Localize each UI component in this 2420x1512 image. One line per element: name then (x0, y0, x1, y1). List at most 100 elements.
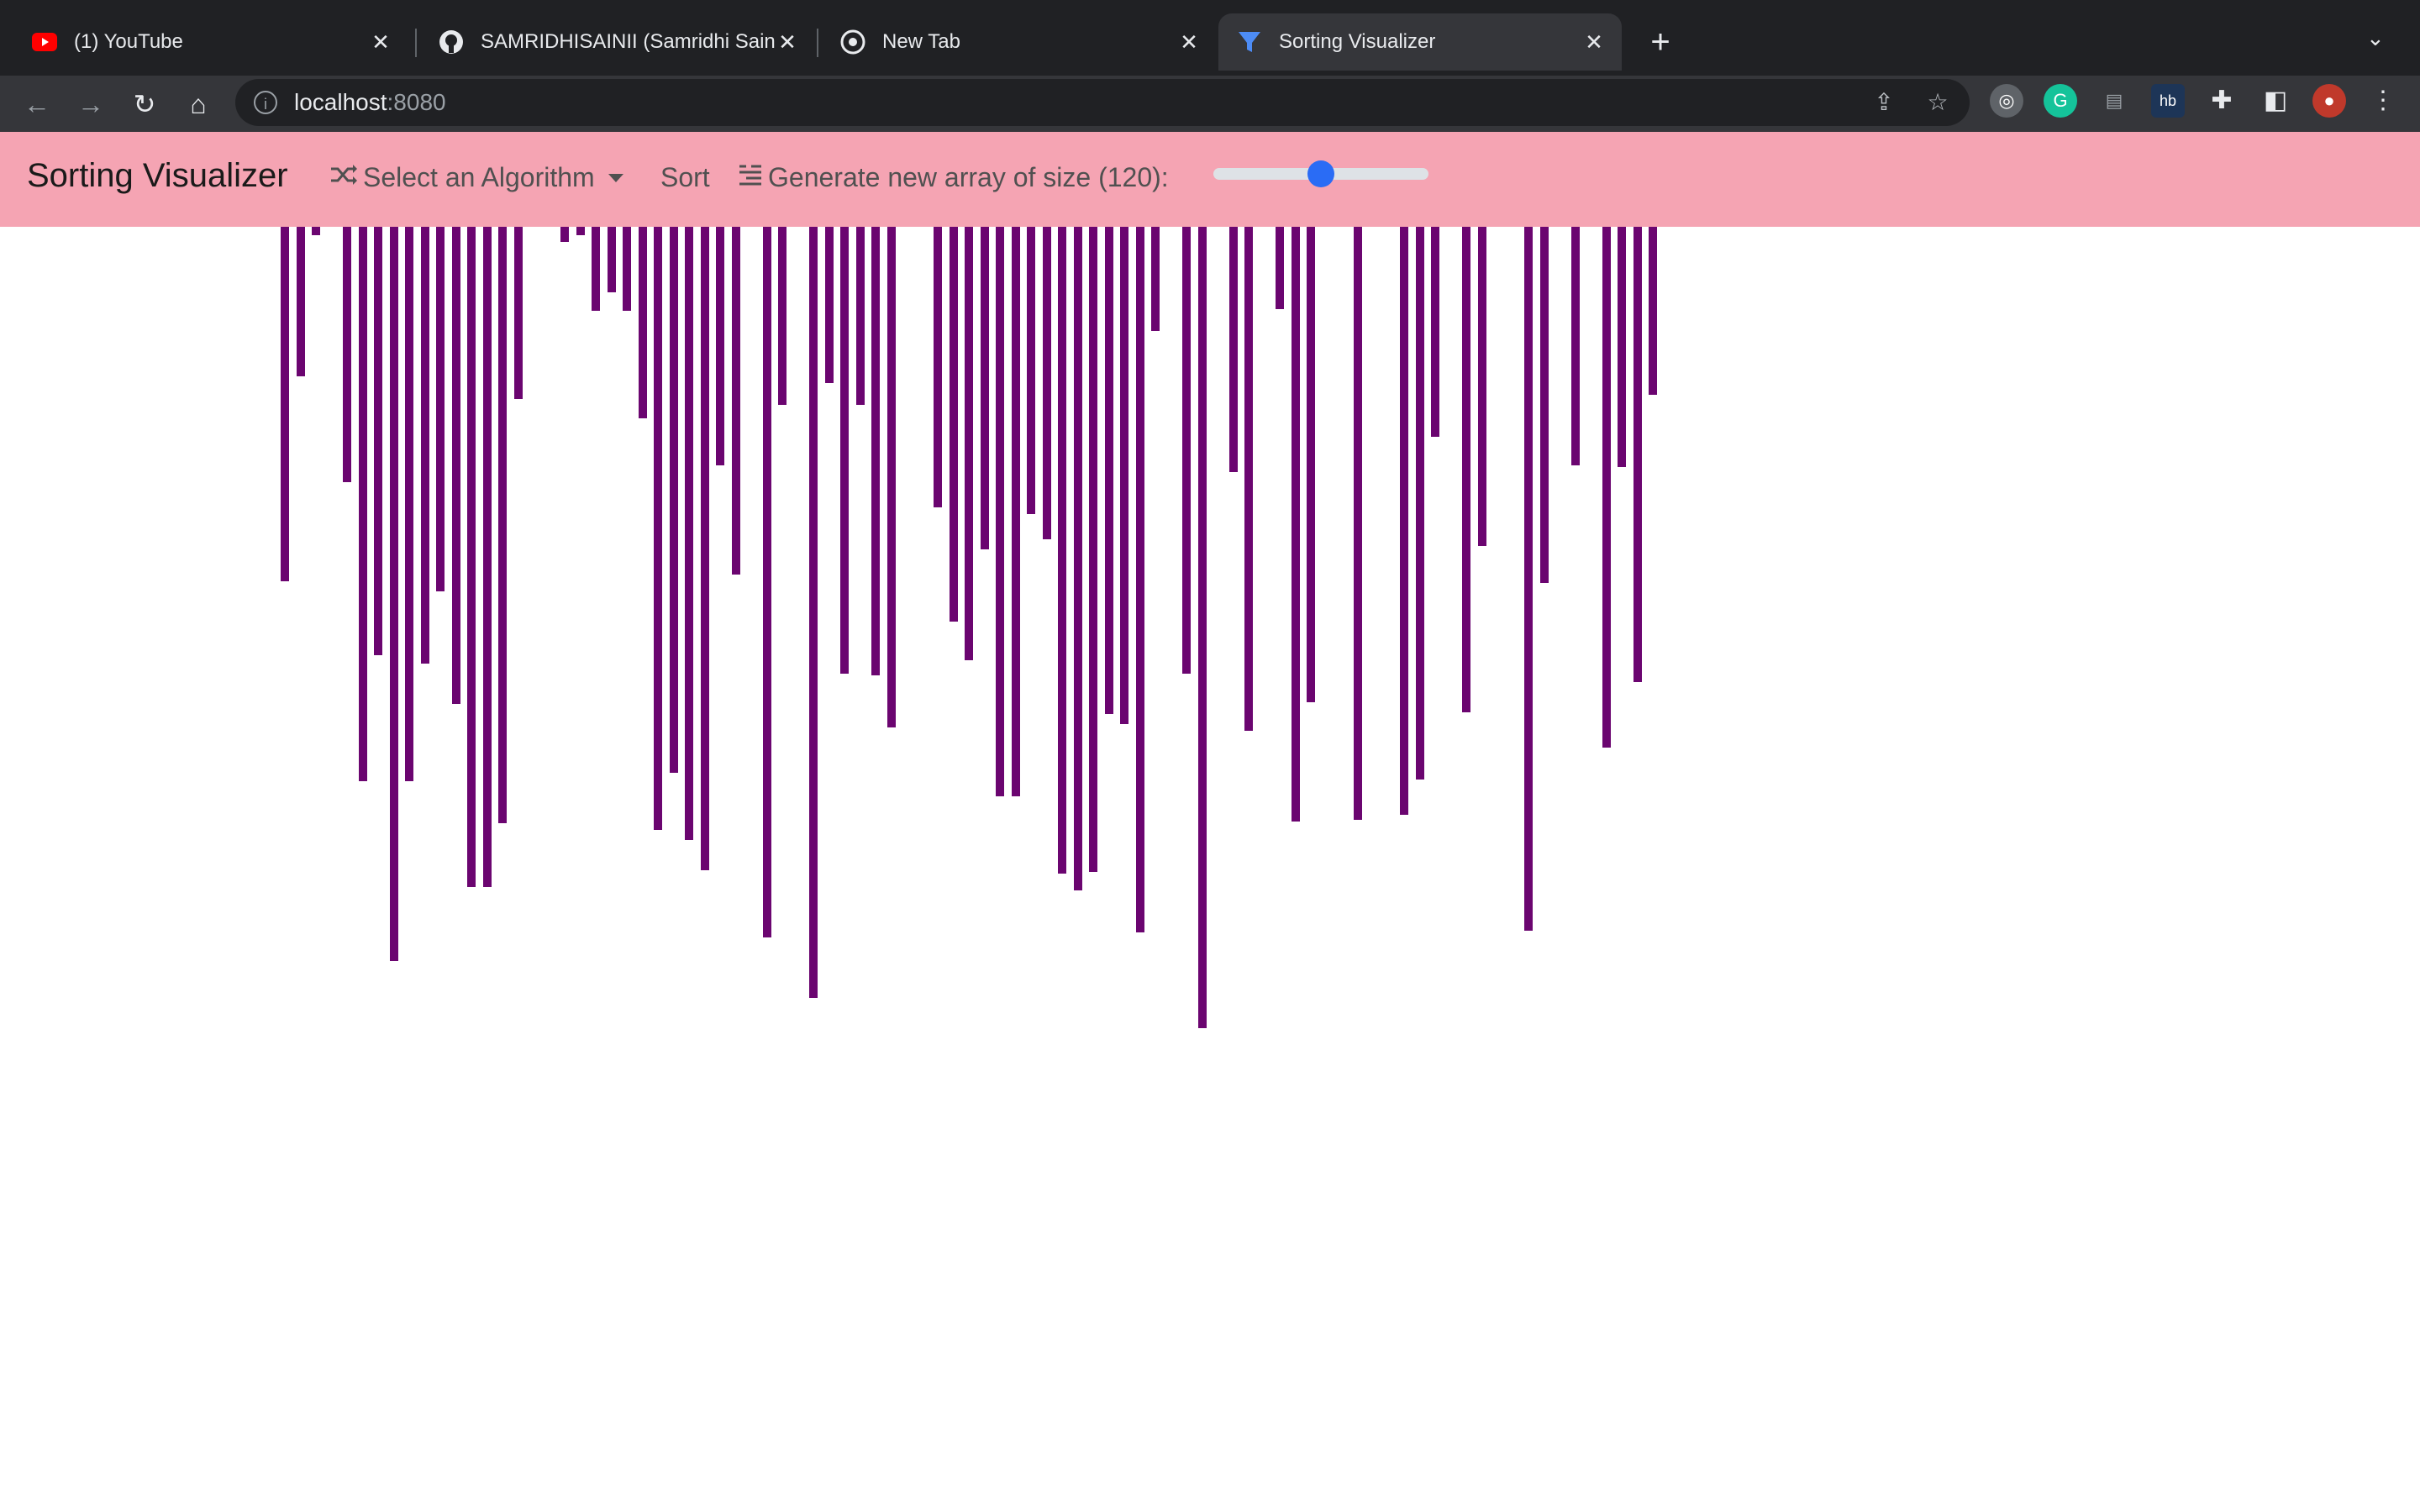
array-bar (1462, 227, 1470, 712)
array-bar (498, 227, 507, 823)
generate-array-button[interactable]: Generate new array of size (120): (738, 162, 1169, 193)
tab-youtube[interactable]: (1) YouTube ✕ (13, 13, 408, 71)
close-icon[interactable]: ✕ (1581, 29, 1607, 55)
avatar[interactable]: ● (2312, 84, 2346, 118)
github-icon (439, 29, 464, 55)
tab-search-chevron-down-icon[interactable]: ⌄ (2366, 25, 2385, 51)
tab-title: (1) YouTube (74, 30, 183, 53)
array-bar (482, 227, 492, 887)
array-bar (824, 227, 834, 383)
array-bar (731, 227, 740, 575)
select-algorithm-label: Select an Algorithm (363, 162, 595, 192)
close-icon[interactable]: ✕ (368, 29, 393, 55)
sort-button[interactable]: Sort (660, 162, 710, 193)
slider-thumb[interactable] (1307, 160, 1334, 187)
array-bar (1539, 227, 1549, 583)
puzzle-icon[interactable]: ✚ (2205, 84, 2238, 118)
tab-separator (415, 29, 417, 57)
array-bar (358, 227, 367, 781)
array-bar (700, 227, 709, 870)
forward-arrow-icon[interactable]: → (72, 86, 109, 123)
array-bar (949, 227, 958, 622)
array-bar (1182, 227, 1191, 674)
array-bar (420, 227, 429, 664)
grammarly-icon[interactable]: G (2044, 84, 2077, 118)
array-bar (1633, 227, 1642, 682)
array-bar (296, 227, 305, 376)
array-bar (934, 227, 942, 507)
array-bar (560, 227, 569, 242)
array-bar (281, 227, 289, 581)
array-bar (1027, 227, 1035, 514)
address-bar[interactable]: i localhost:8080 ⇪ ☆ (235, 79, 1970, 126)
close-icon[interactable]: ✕ (1176, 29, 1202, 55)
hb-extension-icon[interactable]: hb (2151, 84, 2185, 118)
back-arrow-icon[interactable]: ← (18, 86, 55, 123)
side-panel-icon[interactable]: ◧ (2259, 84, 2292, 118)
array-bar (1244, 227, 1253, 731)
array-size-slider[interactable] (1213, 160, 1428, 187)
url-host: localhost (294, 89, 387, 115)
app-navbar: Sorting Visualizer Select an Algorithm S… (0, 132, 2420, 227)
array-bar (451, 227, 460, 704)
array-bar (716, 227, 724, 465)
array-bar (592, 227, 600, 311)
list-lines-icon (738, 162, 763, 193)
browser-toolbar: ← → ↻ ⌂ i localhost:8080 ⇪ ☆ ◎ G ▤ hb ✚ … (0, 76, 2420, 132)
array-bar (389, 227, 398, 961)
caret-down-icon (608, 173, 623, 182)
tab-title: New Tab (882, 30, 960, 53)
array-bar (343, 227, 351, 482)
array-bar (1120, 227, 1128, 724)
tab-new-tab[interactable]: New Tab ✕ (822, 13, 1217, 71)
array-bar (1089, 227, 1097, 872)
site-info-icon[interactable]: i (254, 91, 277, 114)
array-bar (467, 227, 476, 887)
array-bar (1524, 227, 1533, 931)
array-bar (1307, 227, 1315, 702)
shuffle-icon (329, 162, 358, 193)
array-bar (374, 227, 382, 655)
tab-github[interactable]: SAMRIDHISAINII (Samridhi Saini) ✕ (420, 13, 815, 71)
share-icon[interactable]: ⇪ (1869, 87, 1899, 118)
array-bar (1602, 227, 1611, 748)
array-bar (312, 227, 320, 235)
array-bar (685, 227, 693, 840)
new-tab-button[interactable]: + (1640, 20, 1681, 64)
youtube-icon (32, 29, 57, 55)
array-bar (669, 227, 678, 773)
array-bar (1570, 227, 1580, 465)
array-bar (1649, 227, 1657, 395)
funnel-icon (1237, 29, 1262, 55)
array-bar (607, 227, 616, 292)
close-icon[interactable]: ✕ (775, 29, 800, 55)
home-icon[interactable]: ⌂ (180, 86, 217, 123)
app-brand[interactable]: Sorting Visualizer (27, 157, 288, 195)
array-bar (1058, 227, 1066, 874)
select-algorithm-dropdown[interactable]: Select an Algorithm (329, 162, 623, 193)
array-bar (1011, 227, 1020, 796)
array-bar (1104, 227, 1113, 714)
bookmark-star-icon[interactable]: ☆ (1923, 87, 1953, 118)
array-bar (1197, 227, 1207, 1028)
bar-array (0, 227, 2420, 1512)
tab-sorting-visualizer[interactable]: Sorting Visualizer ✕ (1218, 13, 1622, 71)
array-bar (654, 227, 662, 830)
array-bar (996, 227, 1004, 796)
array-bar (1291, 227, 1300, 822)
array-bar (1135, 227, 1144, 932)
reload-icon[interactable]: ↻ (126, 86, 163, 123)
array-bar (1276, 227, 1284, 309)
menu-dots-icon[interactable]: ⋮ (2366, 84, 2400, 118)
extension-icon[interactable]: ◎ (1990, 84, 2023, 118)
array-bar (762, 227, 771, 937)
tab-title: SAMRIDHISAINII (Samridhi Saini) (481, 30, 775, 53)
tab-title: Sorting Visualizer (1279, 30, 1436, 53)
clipboard-extension-icon[interactable]: ▤ (2097, 84, 2131, 118)
array-bar (436, 227, 445, 591)
array-bar (980, 227, 989, 549)
url-port: :8080 (387, 89, 446, 115)
tab-separator (817, 29, 818, 57)
array-bar (1073, 227, 1082, 890)
array-bar (623, 227, 631, 311)
